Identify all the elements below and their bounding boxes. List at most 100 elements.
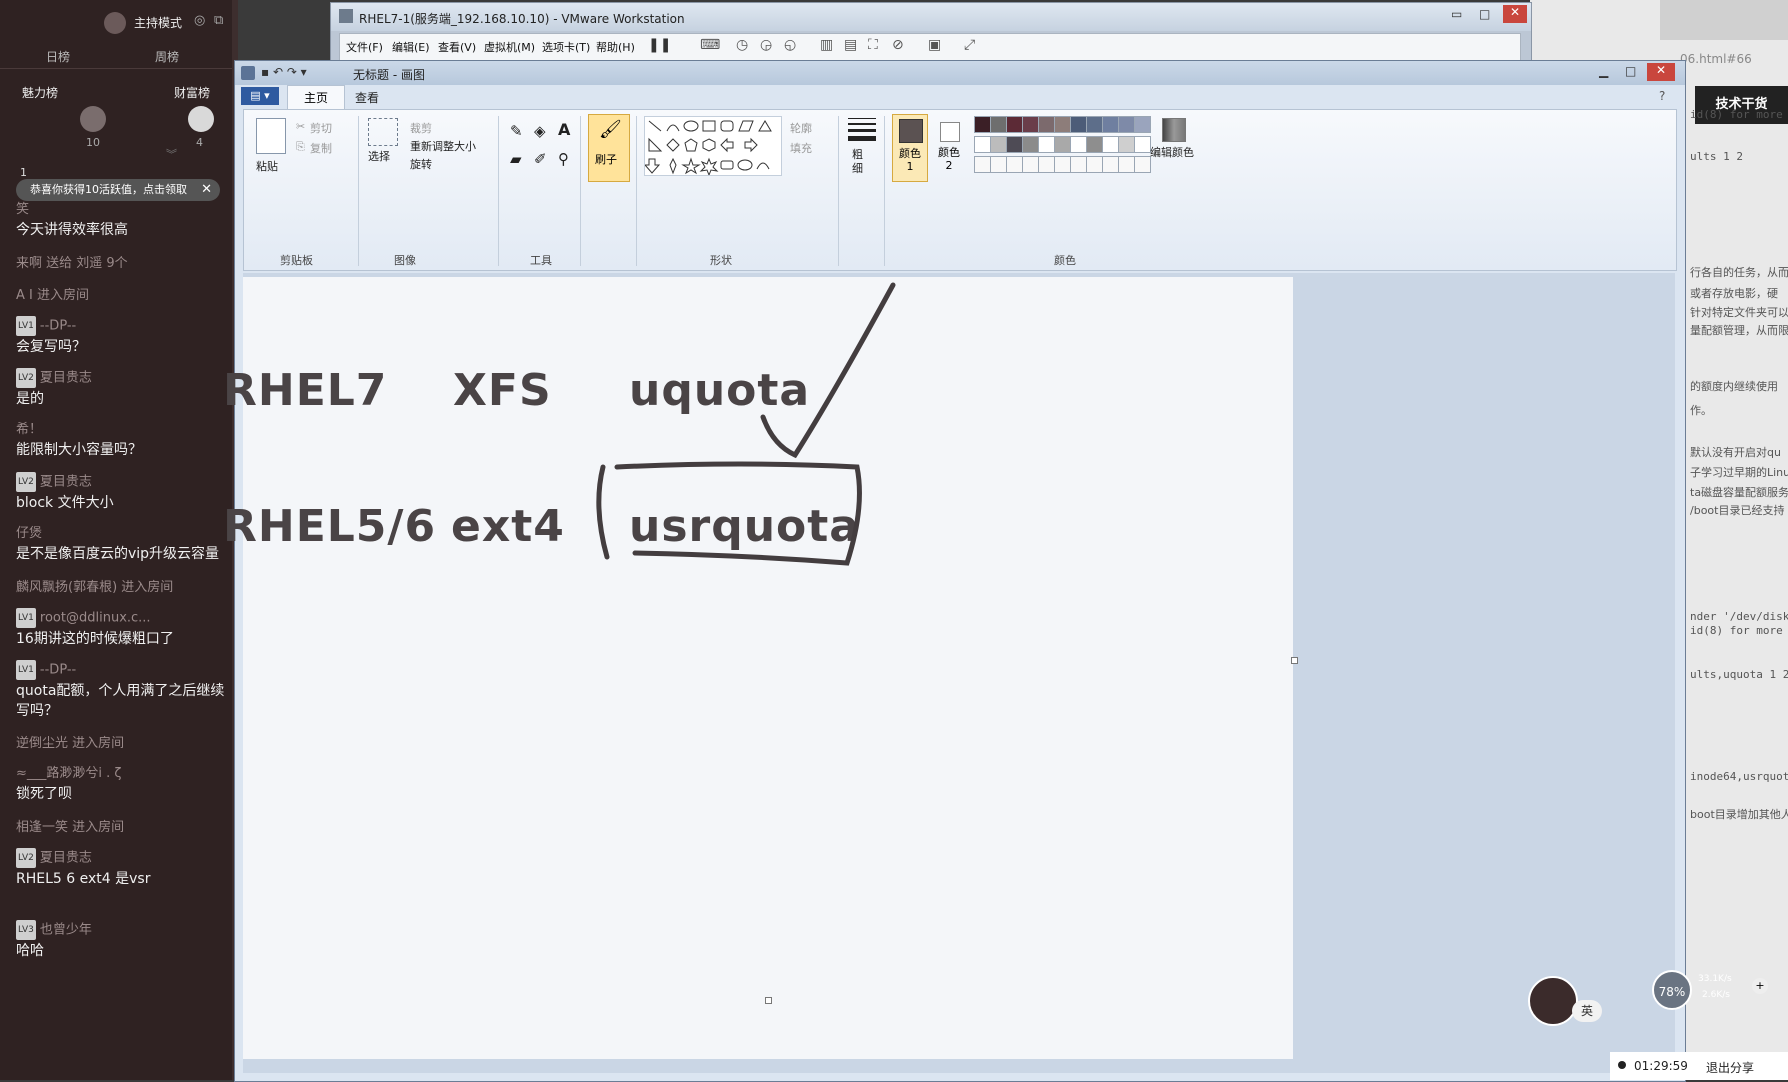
thumbnail-view-icon[interactable]: ▤	[844, 37, 857, 53]
ime-indicator[interactable]: 英	[1572, 1000, 1602, 1022]
palette-swatch[interactable]	[1086, 136, 1103, 153]
palette-swatch[interactable]	[1134, 136, 1151, 153]
chat-nickname[interactable]: 笑	[16, 200, 236, 220]
edit-colors-icon[interactable]	[1162, 118, 1186, 142]
copy-button[interactable]: 复制	[310, 140, 332, 156]
palette-swatch-empty[interactable]	[990, 156, 1007, 173]
menu-vm[interactable]: 虚拟机(M)	[484, 39, 535, 55]
eraser-icon[interactable]: ▰	[510, 150, 522, 168]
palette-swatch[interactable]	[1038, 136, 1055, 153]
palette-swatch-empty[interactable]	[974, 156, 991, 173]
palette-swatch[interactable]	[1054, 136, 1071, 153]
unity-icon[interactable]: ⊘	[892, 37, 904, 53]
paste-button[interactable]: 粘贴	[256, 158, 278, 174]
charm-avatar[interactable]	[80, 106, 106, 132]
palette-swatch-empty[interactable]	[1102, 156, 1119, 173]
maximize-icon[interactable]: □	[1625, 64, 1636, 78]
color2-button[interactable]: 颜色 2	[932, 114, 966, 180]
palette-swatch[interactable]	[1070, 136, 1087, 153]
maximize-icon[interactable]: □	[1479, 7, 1490, 21]
minimize-icon[interactable]: ▁	[1599, 64, 1608, 78]
drawing-canvas[interactable]: RHEL7 XFS uquota RHEL5/6 ext4 usrquota	[223, 277, 1441, 1059]
stretch-icon[interactable]: ⤢	[964, 37, 975, 53]
menu-tabs[interactable]: 选项卡(T)	[542, 39, 590, 55]
network-monitor[interactable]: 78% 33.1K/s 2.6K/s +	[1652, 970, 1772, 1012]
color1-button[interactable]: 颜色 1	[892, 114, 928, 182]
chat-nickname[interactable]: 仔煲	[16, 524, 236, 544]
fullscreen-icon[interactable]: ⛶	[868, 37, 878, 53]
color-picker-icon[interactable]: ✐	[534, 150, 547, 168]
sidebar-view-icon[interactable]: ▥	[820, 37, 833, 53]
wealth-avatar[interactable]	[188, 106, 214, 132]
chat-nickname[interactable]: ≈___路渺渺兮i . ζ	[16, 764, 236, 784]
chat-nickname[interactable]: 希！	[16, 420, 236, 440]
palette-swatch[interactable]	[1038, 116, 1055, 133]
palette-swatch[interactable]	[1022, 136, 1039, 153]
add-icon[interactable]: +	[1752, 978, 1768, 994]
fill-button[interactable]: 填充	[790, 140, 812, 156]
chat-nickname[interactable]: LV2 夏目贵志	[16, 848, 236, 869]
palette-swatch-empty[interactable]	[1086, 156, 1103, 173]
palette-swatch[interactable]	[1054, 116, 1071, 133]
rotate-button[interactable]: 旋转	[410, 156, 432, 172]
select-button[interactable]: 选择	[368, 148, 390, 164]
menu-file[interactable]: 文件(F)	[346, 39, 383, 55]
chat-nickname[interactable]: LV1 --DP--	[16, 660, 236, 681]
chat-nickname[interactable]: LV1 --DP--	[16, 316, 236, 337]
text-icon[interactable]: A	[558, 120, 570, 139]
snapshot-icon[interactable]: ◷	[736, 37, 748, 53]
palette-swatch[interactable]	[1086, 116, 1103, 133]
shapes-gallery[interactable]	[643, 116, 782, 177]
palette-swatch[interactable]	[1134, 116, 1151, 133]
presenter-avatar[interactable]	[1528, 976, 1578, 1026]
palette-swatch-empty[interactable]	[1118, 156, 1135, 173]
menu-edit[interactable]: 编辑(E)	[392, 39, 430, 55]
cut-button[interactable]: 剪切	[310, 120, 332, 136]
fill-icon[interactable]: ◈	[534, 122, 546, 140]
wealth-rank-label[interactable]: 财富榜	[174, 84, 210, 101]
magnifier-icon[interactable]: ⚲	[558, 150, 569, 168]
close-icon[interactable]: ✕	[1503, 5, 1527, 23]
palette-swatch-empty[interactable]	[1022, 156, 1039, 173]
snapshot-manager-icon[interactable]: ◵	[784, 37, 796, 53]
palette-swatch-empty[interactable]	[1134, 156, 1151, 173]
send-keys-icon[interactable]: ⌨	[700, 37, 720, 53]
settings-icon[interactable]: ◎	[194, 13, 205, 28]
palette-swatch-empty[interactable]	[1070, 156, 1087, 173]
select-icon[interactable]	[368, 118, 398, 146]
tab-weekly[interactable]: 周榜	[155, 48, 179, 65]
charm-rank-label[interactable]: 魅力榜	[22, 84, 58, 101]
chat-nickname[interactable]: LV1 root@ddlinux.c...	[16, 608, 236, 629]
palette-swatch[interactable]	[974, 136, 991, 153]
pencil-icon[interactable]: ✎	[510, 122, 523, 140]
close-icon[interactable]: ✕	[1647, 63, 1675, 81]
popout-icon[interactable]: ⧉	[214, 13, 223, 28]
revert-snapshot-icon[interactable]: ◶	[760, 37, 772, 53]
menu-view[interactable]: 查看(V)	[438, 39, 476, 55]
paint-menu-button[interactable]: ▤ ▾	[241, 87, 279, 105]
palette-swatch[interactable]	[1102, 116, 1119, 133]
reward-notice[interactable]: 恭喜你获得10活跃值，点击领取 ✕	[16, 179, 220, 201]
chevron-down-icon[interactable]: ︾	[166, 146, 177, 162]
minimize-icon[interactable]: ▭	[1451, 7, 1462, 21]
chat-nickname[interactable]: LV3 也曾少年	[16, 920, 236, 941]
resize-button[interactable]: 重新调整大小	[410, 138, 476, 154]
palette-swatch-empty[interactable]	[1054, 156, 1071, 173]
outline-button[interactable]: 轮廓	[790, 120, 812, 136]
help-icon[interactable]: ?	[1659, 89, 1665, 103]
chat-nickname[interactable]: LV2 夏目贵志	[16, 472, 236, 493]
tab-view[interactable]: 查看	[355, 89, 379, 106]
brush-button[interactable]: 🖌 刷子	[588, 114, 630, 182]
palette-swatch[interactable]	[1006, 136, 1023, 153]
paste-icon[interactable]	[256, 118, 286, 154]
palette-swatch[interactable]	[1118, 116, 1135, 133]
palette-swatch-empty[interactable]	[1006, 156, 1023, 173]
resize-handle[interactable]	[765, 997, 772, 1004]
console-icon[interactable]: ▣	[928, 37, 941, 53]
menu-help[interactable]: 帮助(H)	[596, 39, 635, 55]
palette-swatch[interactable]	[1070, 116, 1087, 133]
palette-swatch[interactable]	[990, 136, 1007, 153]
quick-access-icons[interactable]: ▪ ↶ ↷ ▾	[261, 65, 307, 79]
palette-swatch[interactable]	[1118, 136, 1135, 153]
edit-colors-button[interactable]: 编辑颜色	[1150, 144, 1194, 160]
